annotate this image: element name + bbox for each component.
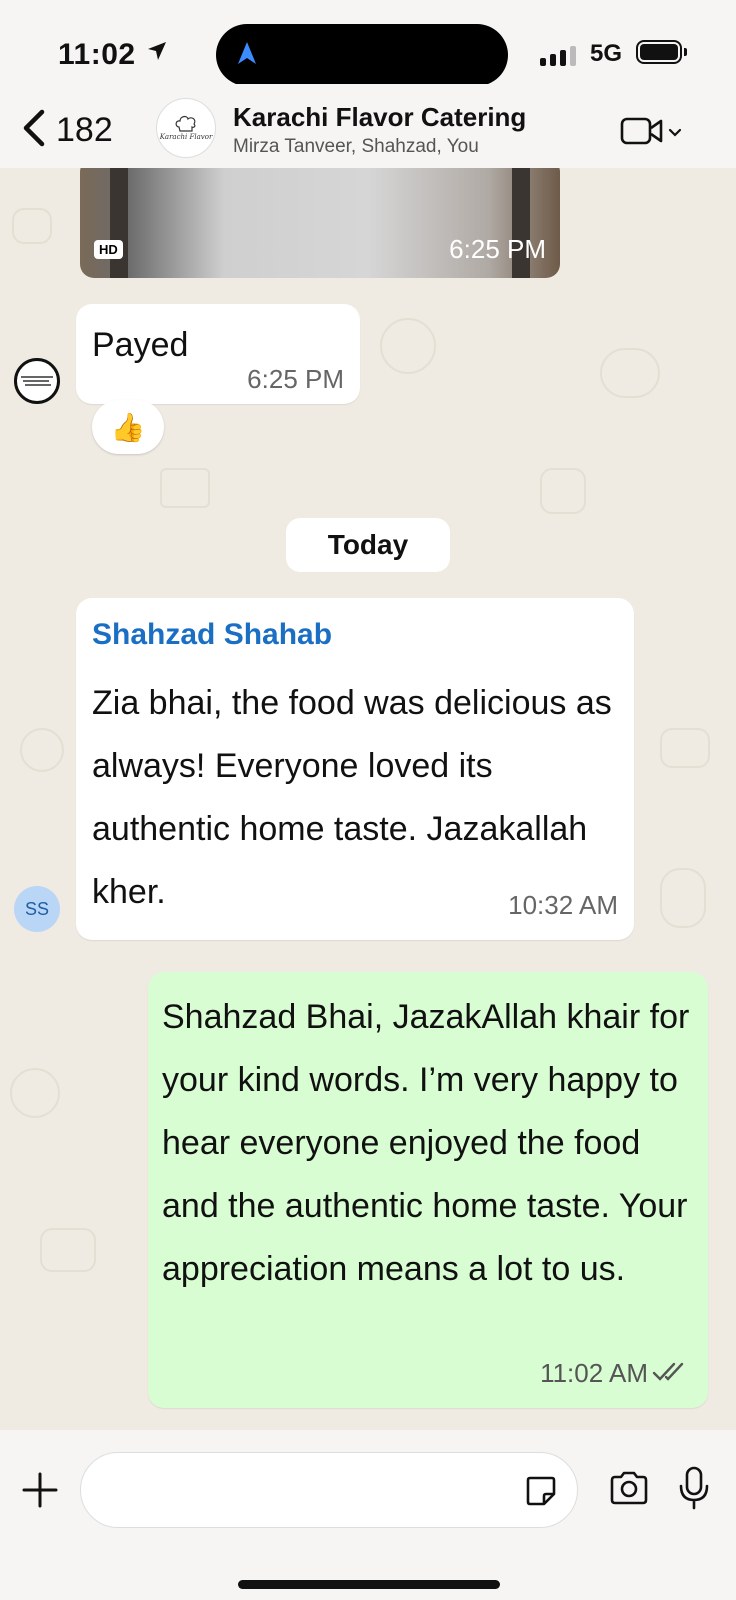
group-avatar[interactable]: Karachi Flavor: [156, 98, 216, 158]
location-arrow-icon: [146, 40, 168, 67]
message-input[interactable]: [80, 1452, 578, 1528]
sender-name[interactable]: Shahzad Shahab: [92, 618, 332, 652]
message-time: 10:32 AM: [508, 890, 618, 920]
sticker-icon[interactable]: [524, 1474, 558, 1513]
date-separator: Today: [286, 518, 450, 572]
wallpaper-doodle: [20, 728, 64, 772]
outgoing-message-bubble[interactable]: Shahzad Bhai, JazakAllah khair for your …: [148, 972, 708, 1408]
status-time: 11:02: [58, 38, 136, 71]
microphone-icon[interactable]: [678, 1466, 710, 1515]
message-time: 6:25 PM: [449, 234, 546, 264]
message-text: Zia bhai, the food was delicious as alwa…: [92, 684, 612, 911]
video-call-button[interactable]: [620, 116, 682, 151]
read-receipt-icon: [652, 1360, 692, 1389]
video-call-icon: [620, 116, 664, 151]
avatar-logo-text: Karachi Flavor: [159, 133, 213, 141]
back-button[interactable]: 182: [20, 108, 113, 153]
input-bar: [0, 1430, 736, 1600]
battery-icon: [636, 40, 682, 64]
wallpaper-doodle: [12, 208, 52, 244]
wallpaper-doodle: [600, 348, 660, 398]
message-time: 11:02 AM: [540, 1358, 648, 1388]
message-bubble[interactable]: Payed 6:25 PM: [76, 304, 360, 404]
message-time: 6:25 PM: [247, 364, 344, 394]
message-text: Shahzad Bhai, JazakAllah khair for your …: [162, 998, 690, 1288]
wallpaper-doodle: [160, 468, 210, 508]
camera-icon[interactable]: [608, 1470, 650, 1511]
chat-header: 182 Karachi Flavor Karachi Flavor Cateri…: [0, 84, 736, 168]
hd-badge: HD: [94, 240, 123, 259]
back-chevron-icon: [20, 108, 46, 153]
signal-icon: [540, 44, 576, 66]
photo-content: [110, 168, 128, 278]
battery-cap: [684, 48, 687, 56]
wallpaper-doodle: [380, 318, 436, 374]
dynamic-island: [216, 24, 508, 86]
sender-avatar[interactable]: [14, 358, 60, 404]
wallpaper-doodle: [540, 468, 586, 514]
network-label: 5G: [590, 40, 623, 67]
wallpaper-doodle: [660, 868, 706, 928]
avatar-initials: SS: [24, 898, 49, 919]
avatar-logo-icon: [21, 376, 53, 386]
image-message[interactable]: HD 6:25 PM: [80, 168, 560, 278]
wallpaper-doodle: [660, 728, 710, 768]
group-members[interactable]: Mirza Tanveer, Shahzad, You: [233, 136, 479, 158]
navigation-arrow-icon: [236, 40, 258, 71]
thumbs-up-icon: 👍: [110, 411, 146, 443]
sender-avatar[interactable]: SS: [14, 886, 60, 932]
chevron-down-icon: [668, 125, 682, 143]
wallpaper-doodle: [40, 1228, 96, 1272]
message-text: Payed: [92, 326, 189, 364]
plus-icon[interactable]: [20, 1470, 60, 1515]
reaction-badge[interactable]: 👍: [92, 400, 164, 454]
date-separator-label: Today: [327, 529, 409, 560]
chat-area[interactable]: HD 6:25 PM Payed 6:25 PM 👍 Today Shahzad…: [0, 168, 736, 1430]
wallpaper-doodle: [10, 1068, 60, 1118]
group-title[interactable]: Karachi Flavor Catering: [233, 102, 526, 133]
chef-hat-logo-icon: [175, 115, 196, 132]
unread-count: 182: [56, 111, 113, 149]
incoming-message-bubble[interactable]: Shahzad Shahab Zia bhai, the food was de…: [76, 598, 634, 940]
home-indicator: [238, 1580, 500, 1589]
